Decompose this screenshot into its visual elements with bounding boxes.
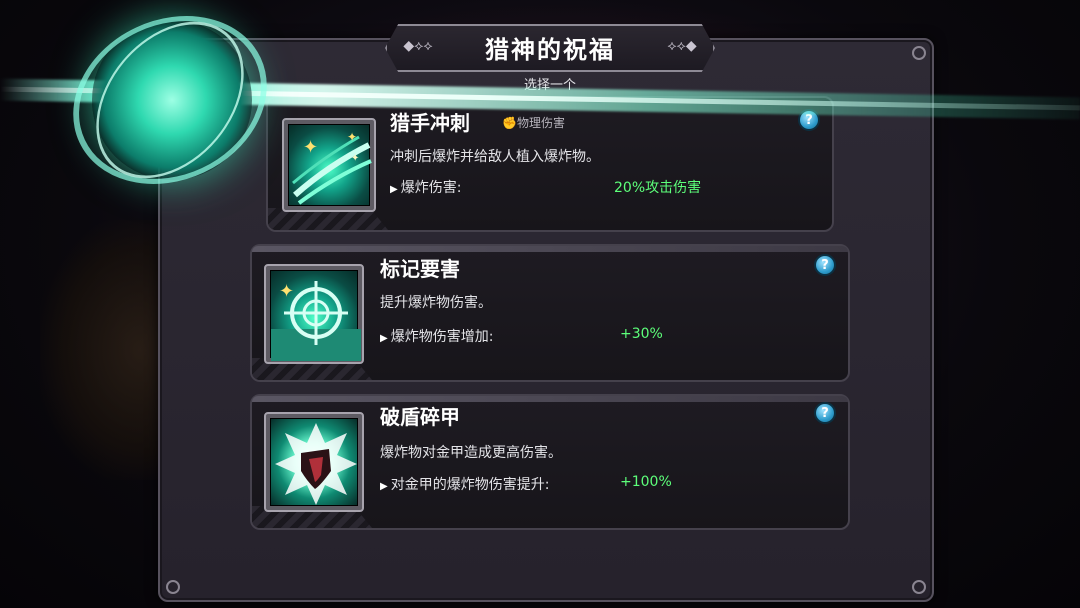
card-stat-value: +100%: [620, 474, 672, 490]
card-stat-label: ▶ 对金甲的爆炸物伤害提升:: [380, 477, 550, 493]
blessing-icon-frame: ✦ ✦ ✦: [282, 118, 376, 212]
fist-icon: ✊: [502, 116, 517, 130]
corner-ornament: [912, 580, 926, 594]
svg-text:✦: ✦: [351, 153, 359, 164]
bullet-triangle-icon: ▶: [380, 333, 388, 344]
card-stat-label: ▶ 爆炸伤害:: [390, 180, 462, 196]
broken-shield-icon: [270, 418, 358, 506]
card-description: 提升爆炸物伤害。: [380, 295, 492, 311]
card-title: 标记要害: [380, 257, 460, 281]
card-description: 爆炸物对金甲造成更高伤害。: [380, 445, 562, 461]
blessing-icon-frame: ✦: [264, 264, 364, 364]
corner-ornament: [912, 46, 926, 60]
svg-text:✦: ✦: [303, 137, 318, 158]
bullet-triangle-icon: ▶: [380, 481, 388, 492]
dialog-title: 猎神的祝福: [485, 35, 615, 64]
svg-text:✦: ✦: [347, 130, 357, 144]
card-title: 破盾碎甲: [380, 405, 460, 429]
card-stat-label: ▶ 爆炸物伤害增加:: [380, 329, 494, 345]
svg-text:✦: ✦: [279, 281, 294, 302]
crosshair-target-icon: ✦: [270, 270, 361, 361]
card-title: 猎手冲刺: [390, 111, 470, 135]
corner-ornament: [166, 580, 180, 594]
card-top-edge: [252, 246, 848, 252]
card-description: 冲刺后爆炸并给敌人植入爆炸物。: [390, 149, 600, 165]
card-stat-value: +30%: [620, 326, 663, 342]
card-stat-value: 20%攻击伤害: [614, 180, 702, 196]
help-button[interactable]: ?: [814, 402, 836, 424]
damage-type-tag: ✊物理伤害: [502, 116, 565, 130]
bullet-triangle-icon: ▶: [390, 184, 398, 195]
card-top-edge: [252, 396, 848, 402]
dash-sparkle-icon: ✦ ✦ ✦: [288, 124, 372, 206]
help-button[interactable]: ?: [814, 254, 836, 276]
blessing-icon-frame: [264, 412, 364, 512]
